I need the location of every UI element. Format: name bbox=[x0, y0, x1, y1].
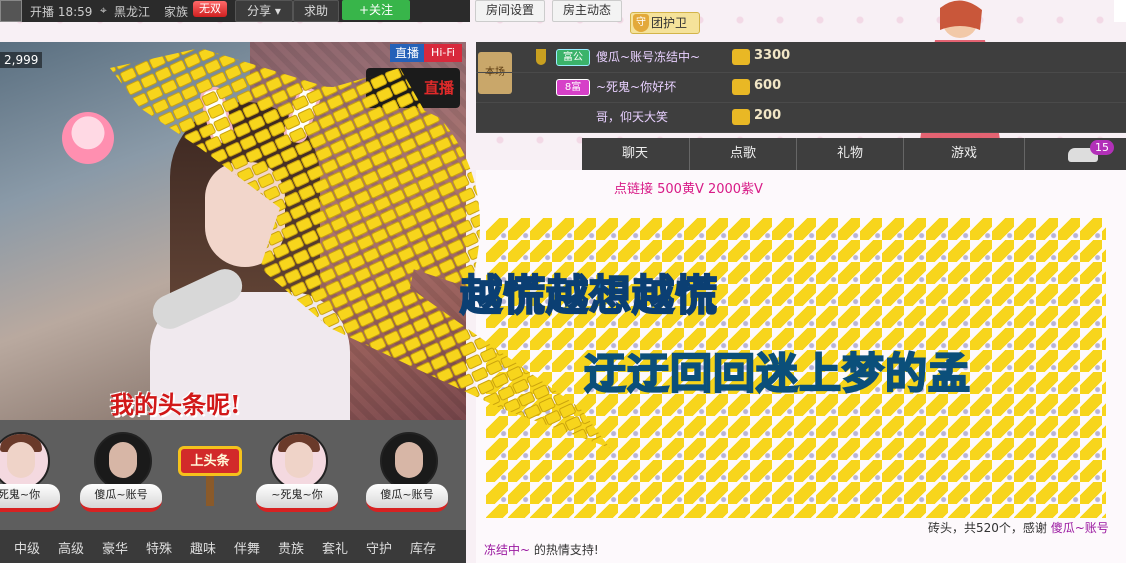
location-pin-icon: ⌖ bbox=[100, 3, 107, 17]
headline-slot-name: 傻瓜~账号 bbox=[80, 484, 162, 512]
rank-row[interactable]: 8富 ~死鬼~你好坏 600 bbox=[476, 72, 1126, 103]
follow-button[interactable]: +关注 bbox=[342, 0, 410, 20]
family-badge[interactable]: 无双 bbox=[193, 1, 227, 17]
avatar bbox=[94, 432, 152, 490]
rank-value: 600 bbox=[754, 78, 782, 93]
rank-row[interactable]: 富公 傻瓜~账号冻结中~ 3300 bbox=[476, 42, 1126, 73]
rank-user-name[interactable]: 傻瓜~账号冻结中~ bbox=[596, 48, 700, 65]
gift-message-suffix: 的热情支持! bbox=[533, 543, 599, 557]
gift-category[interactable]: 库存 bbox=[410, 538, 436, 557]
rank-value: 200 bbox=[754, 108, 782, 123]
headline-slot-3[interactable]: ~死鬼~你 bbox=[256, 432, 338, 517]
gift-category[interactable]: 中级 bbox=[14, 538, 40, 557]
rank-row[interactable]: 哥，仰天大笑 200 bbox=[476, 102, 1126, 133]
avatar bbox=[270, 432, 328, 490]
chat-tabs: 聊天 点歌 礼物 游戏 bbox=[582, 138, 1126, 170]
family-label: 家族 bbox=[164, 5, 189, 19]
avatar bbox=[380, 432, 438, 490]
live-tag: 直播 bbox=[390, 44, 424, 62]
headline-slot-2[interactable]: 傻瓜~账号 bbox=[80, 432, 162, 517]
gift-category[interactable]: 套礼 bbox=[322, 538, 348, 557]
rank-value: 3300 bbox=[754, 48, 791, 63]
rich-level-badge: 富公 bbox=[556, 49, 590, 66]
lyric-line-2: 迂迂回回迷上梦的孟 bbox=[583, 348, 972, 399]
sign-post bbox=[206, 476, 214, 506]
host-news-button[interactable]: 房主动态 bbox=[552, 0, 622, 22]
shield-icon: 守 bbox=[633, 14, 649, 32]
coin-icon bbox=[732, 49, 750, 65]
tab-games[interactable]: 游戏 bbox=[903, 138, 1024, 170]
lyric-line-1: 越慌越想越慌 bbox=[459, 270, 719, 321]
gift-rank-panel: 本场 富公 傻瓜~账号冻结中~ 3300 8富 ~死鬼~你好坏 600 哥，仰天… bbox=[476, 42, 1126, 133]
video-stream[interactable]: 直播 bbox=[0, 42, 466, 420]
share-button[interactable]: 分享 ▾ bbox=[235, 0, 293, 22]
live-sign: 直播 bbox=[366, 68, 460, 108]
gift-message-user[interactable]: 傻瓜~账号 bbox=[1051, 521, 1109, 535]
gift-category[interactable]: 守护 bbox=[366, 538, 392, 557]
rich-level-badge: 8富 bbox=[556, 79, 590, 96]
location-text: 黑龙江 bbox=[114, 5, 151, 19]
gift-category[interactable]: 伴舞 bbox=[234, 538, 260, 557]
gift-category[interactable]: 高级 bbox=[58, 538, 84, 557]
window-edge bbox=[1114, 0, 1126, 22]
host-thumbnail[interactable] bbox=[0, 0, 22, 22]
gift-category-bar: 中级 高级 豪华 特殊 趣味 伴舞 贵族 套礼 守护 库存 bbox=[0, 530, 466, 563]
room-settings-button[interactable]: 房间设置 bbox=[475, 0, 545, 22]
headline-slot-4[interactable]: 傻瓜~账号 bbox=[366, 432, 448, 517]
guard-button[interactable]: 守团护卫 bbox=[630, 12, 700, 34]
chat-gift-message-cont[interactable]: 冻结中~ 的热情支持! bbox=[484, 541, 599, 558]
plus-icon: + bbox=[358, 3, 370, 17]
live-status: 开播 18:59 bbox=[30, 5, 93, 19]
guard-label: 团护卫 bbox=[651, 16, 688, 30]
gift-message-prefix: 砖头，共520个，感谢 bbox=[928, 521, 1047, 535]
trophy-icon bbox=[536, 49, 546, 65]
headline-slot-name: ~死鬼~你 bbox=[256, 484, 338, 512]
chat-gift-message[interactable]: 砖头，共520个，感谢 傻瓜~账号 bbox=[928, 519, 1109, 536]
gift-category[interactable]: 趣味 bbox=[190, 538, 216, 557]
headline-slot-name: 傻瓜~账号 bbox=[366, 484, 448, 512]
coin-icon bbox=[732, 109, 750, 125]
gift-category[interactable]: 特殊 bbox=[146, 538, 172, 557]
tab-gifts[interactable]: 礼物 bbox=[796, 138, 903, 170]
coin-icon bbox=[732, 79, 750, 95]
rank-user-name[interactable]: 哥，仰天大笑 bbox=[596, 108, 668, 125]
follow-label: 关注 bbox=[369, 3, 394, 17]
streamer-face bbox=[205, 162, 285, 267]
caret-down-icon: ▾ bbox=[271, 4, 281, 18]
vehicle-count-badge: 15 bbox=[1090, 140, 1114, 155]
rank-user-name[interactable]: ~死鬼~你好坏 bbox=[596, 78, 676, 95]
headline-slot-1[interactable]: 死鬼~你 bbox=[0, 432, 60, 517]
gift-message-user-cont[interactable]: 冻结中~ bbox=[484, 543, 530, 557]
headline-button[interactable]: 上头条 bbox=[178, 446, 242, 476]
share-label: 分享 bbox=[247, 4, 272, 18]
viewer-count: 2,999 bbox=[0, 52, 43, 68]
chat-message[interactable]: 点链接 500黄V 2000紫V bbox=[614, 178, 763, 197]
gift-category[interactable]: 豪华 bbox=[102, 538, 128, 557]
headline-slot-name: 死鬼~你 bbox=[0, 484, 60, 512]
hifi-tag[interactable]: Hi-Fi bbox=[424, 44, 462, 62]
avatar bbox=[0, 432, 50, 490]
cupid-sticker-icon bbox=[62, 112, 114, 164]
tab-song-request[interactable]: 点歌 bbox=[689, 138, 796, 170]
gift-category[interactable]: 贵族 bbox=[278, 538, 304, 557]
help-button[interactable]: 求助 bbox=[293, 0, 339, 22]
headline-overlay-text: 我的头条呢! bbox=[110, 390, 241, 419]
tab-chat[interactable]: 聊天 bbox=[582, 138, 688, 170]
